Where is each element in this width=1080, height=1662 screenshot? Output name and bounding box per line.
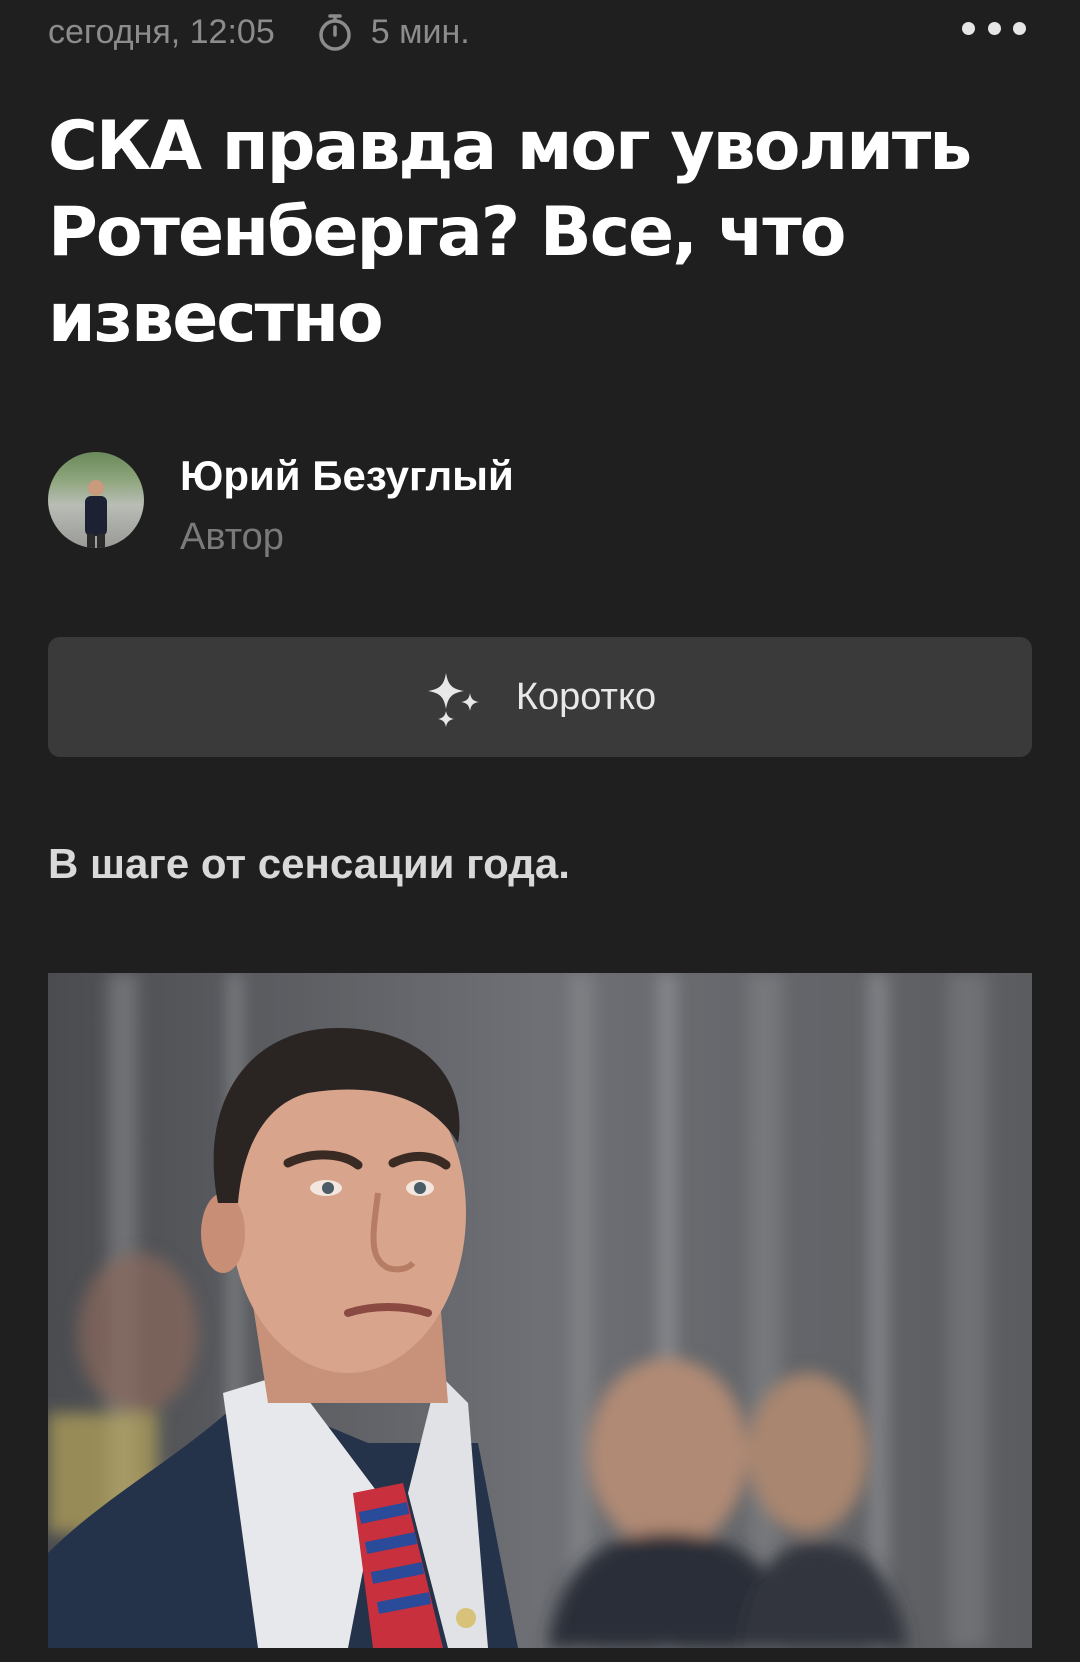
author-name[interactable]: Юрий Безуглый: [180, 452, 514, 500]
article-lead: В шаге от сенсации года.: [48, 840, 570, 887]
author-block[interactable]: Юрий Безуглый Автор: [48, 452, 1032, 558]
author-role: Автор: [180, 516, 284, 558]
more-options-button[interactable]: [962, 8, 1026, 48]
publish-date: сегодня, 12:05: [48, 12, 275, 51]
article-page: сегодня, 12:05 5 мин. СКА правда мог уво…: [0, 0, 1080, 1662]
read-time: 5 мин.: [370, 12, 470, 51]
article-title: СКА правда мог уволить Ротенберга? Все, …: [48, 107, 972, 358]
article-meta: сегодня, 12:05 5 мин.: [48, 0, 1032, 64]
more-dots-icon: [962, 21, 975, 35]
stopwatch-icon: [315, 12, 355, 52]
summary-button[interactable]: Коротко: [48, 637, 1032, 757]
coach-photo-illustration: [48, 973, 1032, 1648]
summary-button-label: Коротко: [515, 675, 657, 718]
avatar-person-photo: [85, 480, 107, 548]
article-photo[interactable]: [48, 973, 1032, 1648]
avatar[interactable]: [48, 452, 144, 548]
sparkle-icon: [424, 667, 484, 727]
